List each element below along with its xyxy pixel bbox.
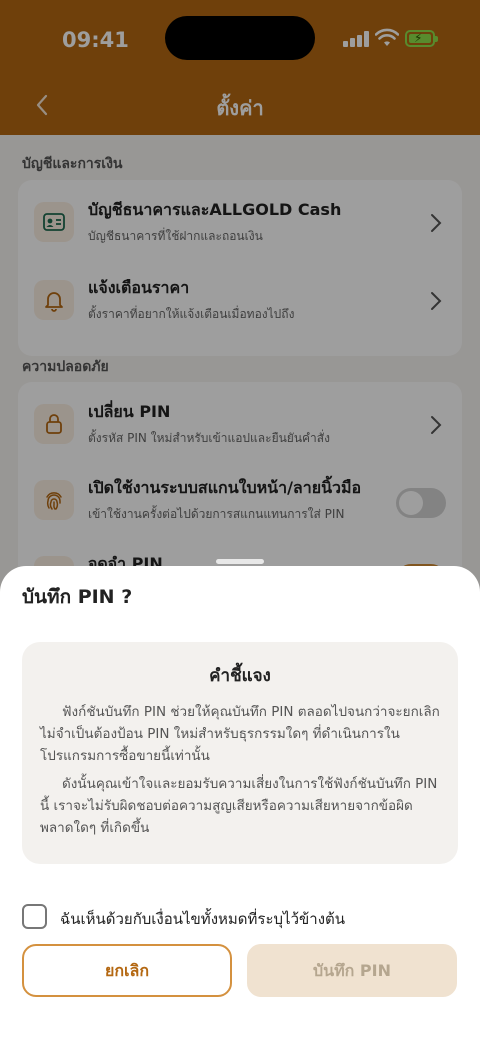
sheet-grabber[interactable] — [216, 559, 264, 564]
notice-paragraph: ฟังก์ชันบันทึก PIN ช่วยให้คุณบันทึก PIN … — [40, 704, 440, 764]
cancel-button[interactable]: ยกเลิก — [22, 944, 232, 997]
notice-paragraph: ดังนั้นคุณเข้าใจและยอมรับความเสี่ยงในการ… — [40, 776, 438, 836]
agree-checkbox[interactable] — [22, 904, 47, 929]
agree-label: ฉันเห็นด้วยกับเงื่อนไขทั้งหมดที่ระบุไว้ข… — [60, 910, 346, 928]
save-pin-button[interactable]: บันทึก PIN — [247, 944, 457, 997]
save-pin-sheet: บันทึก PIN ? คำชี้แจง ฟังก์ชันบันทึก PIN… — [0, 566, 480, 1044]
agree-row[interactable]: ฉันเห็นด้วยกับเงื่อนไขทั้งหมดที่ระบุไว้ข… — [22, 904, 462, 930]
notice-box: คำชี้แจง ฟังก์ชันบันทึก PIN ช่วยให้คุณบั… — [22, 642, 458, 864]
sheet-title: บันทึก PIN ? — [22, 586, 133, 608]
notice-title: คำชี้แจง — [209, 666, 271, 686]
